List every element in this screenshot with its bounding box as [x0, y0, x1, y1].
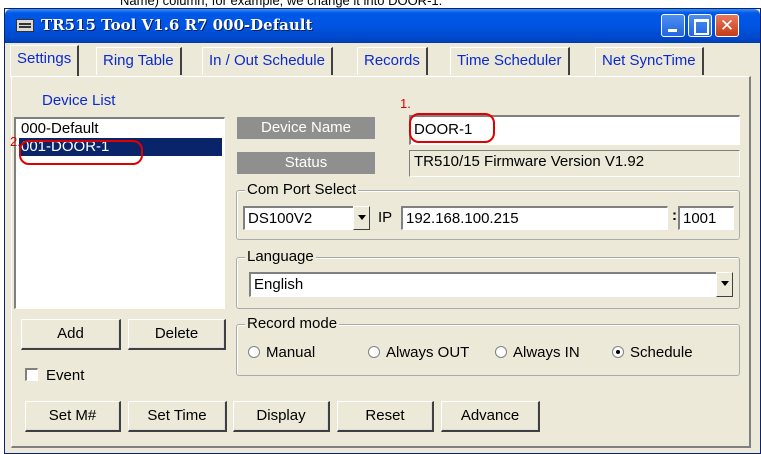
tab-in-out-schedule[interactable]: In / Out Schedule — [202, 47, 333, 75]
add-button[interactable]: Add — [21, 319, 121, 350]
radio-always-in-label: Always IN — [513, 344, 580, 361]
device-name-label: Device Name — [237, 117, 375, 139]
maximize-button[interactable] — [688, 14, 712, 37]
port-separator: : — [672, 207, 677, 224]
radio-circle — [368, 346, 380, 358]
port-number-input[interactable]: 1001 — [678, 206, 734, 230]
delete-button[interactable]: Delete — [128, 319, 226, 350]
radio-schedule[interactable]: Schedule — [612, 344, 693, 362]
com-port-legend: Com Port Select — [245, 181, 359, 199]
display-button[interactable]: Display — [233, 401, 330, 432]
checkbox-box[interactable] — [25, 368, 38, 381]
annotation-number-one: 1. — [400, 96, 411, 111]
tab-settings[interactable]: Settings — [10, 45, 80, 77]
radio-always-out-label: Always OUT — [386, 344, 470, 361]
language-legend: Language — [245, 248, 316, 266]
tab-ring-table[interactable]: Ring Table — [96, 47, 182, 75]
caption-text: Name) column, for example, we change it … — [120, 0, 443, 8]
list-item[interactable]: 000-Default — [19, 120, 222, 138]
radio-schedule-label: Schedule — [630, 344, 693, 361]
com-port-dropdown[interactable]: DS100V2 — [243, 206, 370, 230]
tab-time-scheduler[interactable]: Time Scheduler — [450, 47, 570, 75]
ip-label: IP — [378, 209, 393, 226]
tab-records[interactable]: Records — [357, 47, 428, 75]
radio-always-in[interactable]: Always IN — [495, 344, 580, 362]
radio-always-out[interactable]: Always OUT — [368, 344, 469, 362]
device-list-label: Device List — [42, 92, 116, 109]
close-icon: ✕ — [719, 16, 735, 36]
chevron-down-icon[interactable] — [353, 206, 370, 230]
minimize-button[interactable] — [661, 14, 685, 37]
reset-button[interactable]: Reset — [337, 401, 434, 432]
language-value: English — [249, 272, 733, 297]
radio-circle — [248, 346, 260, 358]
app-icon — [16, 19, 34, 32]
radio-circle — [495, 346, 507, 358]
record-mode-legend: Record mode — [245, 315, 340, 333]
radio-manual[interactable]: Manual — [248, 344, 315, 362]
tab-net-synctime[interactable]: Net SyncTime — [595, 47, 704, 75]
language-dropdown[interactable]: English — [249, 272, 733, 297]
set-time-button[interactable]: Set Time — [128, 401, 227, 432]
advance-button[interactable]: Advance — [441, 401, 540, 432]
title-bar[interactable]: TR515 Tool V1.6 R7 000-Default ✕ — [5, 9, 760, 43]
radio-circle-selected — [612, 346, 624, 358]
event-checkbox[interactable]: Event — [25, 367, 84, 385]
event-checkbox-label: Event — [46, 367, 85, 384]
status-label: Status — [237, 152, 375, 174]
ip-input[interactable]: 192.168.100.215 — [401, 206, 668, 230]
window-title: TR515 Tool V1.6 R7 000-Default — [41, 16, 313, 34]
chevron-down-icon[interactable] — [716, 272, 733, 297]
annotation-ring-device-name — [409, 113, 495, 143]
annotation-ring-list-item — [19, 140, 143, 165]
com-port-value: DS100V2 — [243, 206, 370, 230]
status-value: TR510/15 Firmware Version V1.92 — [409, 150, 740, 177]
close-button[interactable]: ✕ — [715, 14, 739, 37]
set-m-button[interactable]: Set M# — [25, 401, 121, 432]
radio-manual-label: Manual — [266, 344, 316, 361]
